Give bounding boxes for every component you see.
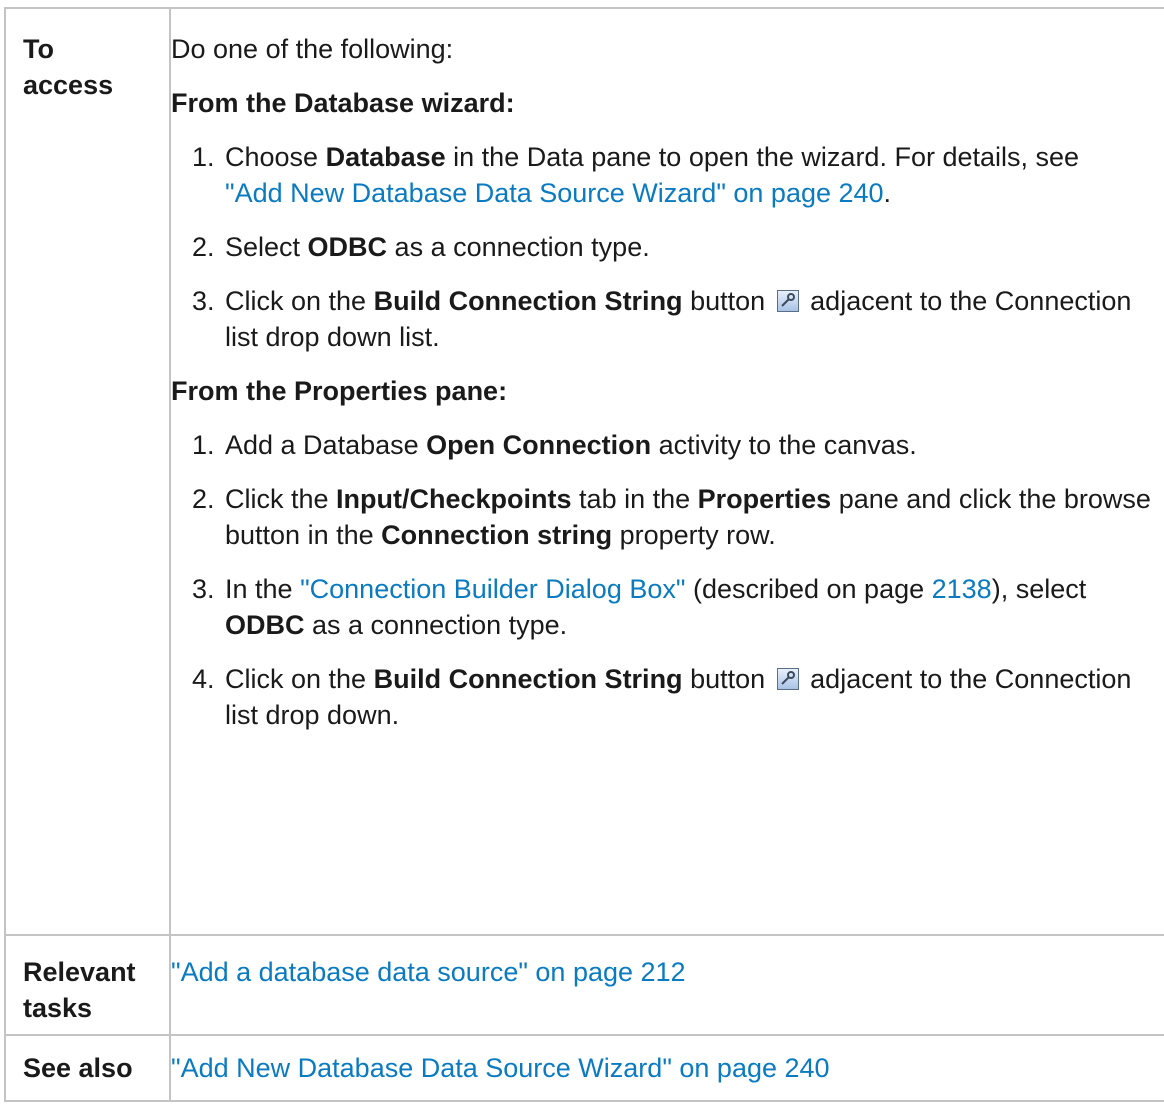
build-connection-string-icon [776, 290, 799, 312]
connection-builder-link[interactable]: "Connection Builder Dialog Box" [300, 574, 685, 604]
row-content-cell: Do one of the following: From the Databa… [169, 7, 1164, 936]
list-item: 2. Select ODBC as a connection type. [192, 232, 650, 262]
list-item: 4. Click on the Build Connection String … [192, 664, 1132, 730]
reference-table: To access Do one of the following: From … [4, 7, 1164, 1102]
wizard-details-link[interactable]: "Add New Database Data Source Wizard" on… [225, 178, 884, 208]
list-item: 3. Click on the Build Connection String … [192, 286, 1132, 352]
row-label-cell: To access [4, 7, 171, 936]
row-label-cell: Relevant tasks [4, 934, 171, 1036]
list-item: 2. Click the Input/Checkpoints tab in th… [192, 484, 1151, 550]
row-label: Relevant tasks [23, 957, 136, 1023]
list-item: 3. In the "Connection Builder Dialog Box… [192, 574, 1087, 640]
wizard-heading: From the Database wizard: [171, 88, 515, 118]
intro-text: Do one of the following: [171, 34, 454, 64]
relevant-task-link[interactable]: "Add a database data source" on page 212 [171, 954, 1164, 990]
to-access-row: To access Do one of the following: From … [4, 7, 1164, 936]
list-item: 1. Add a Database Open Connection activi… [192, 430, 917, 460]
see-also-link[interactable]: "Add New Database Data Source Wizard" on… [171, 1050, 1164, 1086]
list-item: 1. Choose Database in the Data pane to o… [192, 142, 1080, 208]
row-label-cell: See also [4, 1034, 171, 1102]
wizard-steps: 1. Choose Database in the Data pane to o… [171, 139, 1164, 355]
build-connection-string-icon [776, 668, 799, 690]
row-label: See also [23, 1053, 133, 1083]
see-also-row: See also "Add New Database Data Source W… [4, 1034, 1164, 1102]
relevant-tasks-row: Relevant tasks "Add a database data sour… [4, 934, 1164, 1036]
properties-heading: From the Properties pane: [171, 376, 508, 406]
page-2138-link[interactable]: 2138 [932, 574, 992, 604]
properties-steps: 1. Add a Database Open Connection activi… [171, 427, 1164, 733]
row-content-cell: "Add a database data source" on page 212 [169, 934, 1164, 1036]
row-label: To access [23, 34, 114, 100]
row-content-cell: "Add New Database Data Source Wizard" on… [169, 1034, 1164, 1102]
